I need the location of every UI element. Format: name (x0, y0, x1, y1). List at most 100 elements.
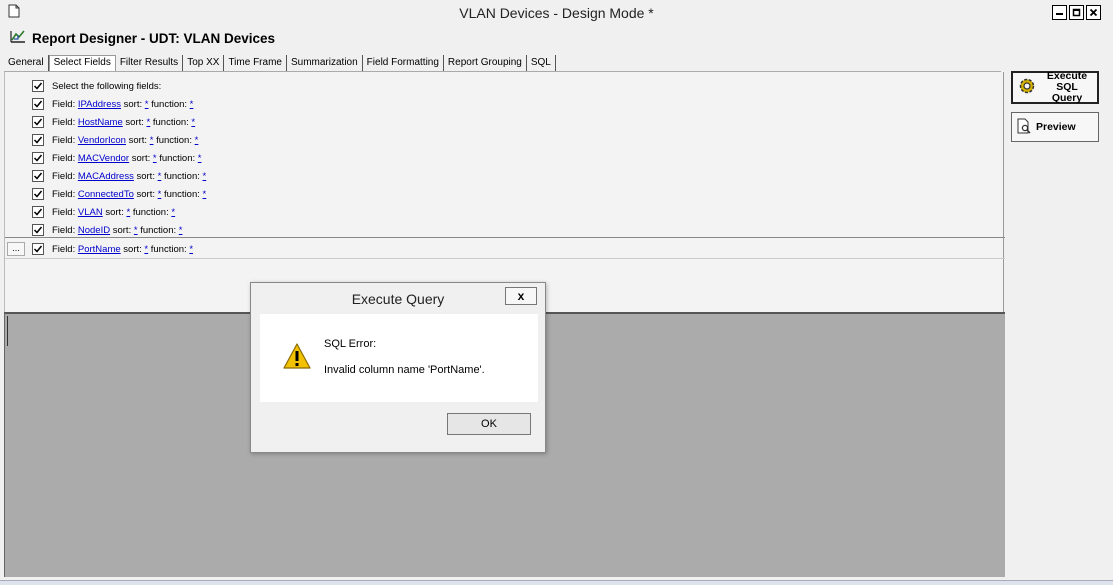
execute-sql-query-button[interactable]: Execute SQL Query (1011, 71, 1099, 104)
minimize-button[interactable] (1052, 5, 1067, 20)
tab-top-xx[interactable]: Top XX (183, 55, 225, 71)
sort-label: sort: (131, 152, 151, 164)
close-window-button[interactable] (1086, 5, 1101, 20)
checkmark-icon (33, 82, 43, 90)
function-label: function: (151, 98, 188, 110)
field-name-link[interactable]: MACVendor (78, 153, 129, 164)
field-name-link[interactable]: PortName (78, 244, 121, 255)
field-checkbox[interactable] (32, 188, 44, 200)
tab-field-formatting[interactable]: Field Formatting (363, 55, 444, 71)
field-checkbox[interactable] (32, 116, 44, 128)
ok-button[interactable]: OK (447, 413, 531, 435)
field-name-link[interactable]: VLAN (78, 207, 103, 218)
field-checkbox[interactable] (32, 152, 44, 164)
field-label: Field: (52, 134, 76, 146)
field-row: Field: VLAN sort: * function: * (32, 203, 175, 221)
function-link[interactable]: * (189, 244, 193, 255)
field-name-link[interactable]: MACAddress (78, 171, 134, 182)
report-designer-icon (10, 29, 26, 48)
field-row-selected: Field: PortName sort: * function: * (32, 240, 193, 258)
sort-link[interactable]: * (145, 99, 149, 110)
field-name-link[interactable]: ConnectedTo (78, 189, 134, 200)
checkmark-icon (33, 208, 43, 216)
function-link[interactable]: * (179, 225, 183, 236)
sort-link[interactable]: * (158, 189, 162, 200)
window-controls (1052, 5, 1101, 20)
row-separator (5, 258, 1005, 259)
report-designer-header: Report Designer - UDT: VLAN Devices (10, 28, 275, 48)
field-checkbox[interactable] (32, 134, 44, 146)
field-checkbox[interactable] (32, 170, 44, 182)
close-icon (1089, 8, 1098, 17)
field-checkbox[interactable] (32, 206, 44, 218)
field-checkbox[interactable] (32, 98, 44, 110)
function-label: function: (132, 206, 169, 218)
dialog-footer: OK (260, 402, 538, 444)
dialog-close-button[interactable]: x (505, 287, 537, 305)
function-link[interactable]: * (203, 189, 207, 200)
sort-link[interactable]: * (126, 207, 130, 218)
field-label: Field: (52, 243, 76, 255)
sort-link[interactable]: * (134, 225, 138, 236)
field-checkbox[interactable] (32, 224, 44, 236)
function-label: function: (163, 170, 200, 182)
function-label: function: (163, 188, 200, 200)
sort-link[interactable]: * (144, 244, 148, 255)
sort-link[interactable]: * (153, 153, 157, 164)
row-options-button[interactable]: ... (7, 242, 25, 256)
function-label: function: (156, 134, 192, 146)
preview-button[interactable]: Preview (1011, 112, 1099, 142)
sort-label: sort: (112, 224, 132, 236)
sort-label: sort: (105, 206, 124, 218)
gear-icon (1017, 76, 1037, 99)
tab-sql[interactable]: SQL (527, 55, 556, 71)
function-link[interactable]: * (190, 99, 194, 110)
tab-general[interactable]: General (4, 55, 49, 71)
tab-summarization[interactable]: Summarization (287, 55, 363, 71)
window-title: VLAN Devices - Design Mode * (459, 5, 654, 21)
tab-filter-results[interactable]: Filter Results (116, 55, 184, 71)
function-link[interactable]: * (171, 207, 175, 218)
sort-label: sort: (123, 98, 143, 110)
tab-select-fields[interactable]: Select Fields (48, 55, 116, 71)
field-label: Field: (52, 152, 76, 164)
field-label: Field: (52, 116, 76, 128)
field-row: Field: VendorIcon sort: * function: * (32, 131, 198, 149)
field-row: Field: IPAddress sort: * function: * (32, 95, 193, 113)
error-message: Invalid column name 'PortName'. (324, 364, 485, 376)
function-label: function: (140, 224, 177, 236)
bottom-status-strip (0, 580, 1113, 585)
field-checkbox[interactable] (32, 243, 44, 255)
checkmark-icon (33, 136, 43, 144)
report-designer-title: Report Designer - UDT: VLAN Devices (32, 30, 276, 46)
field-row: Field: ConnectedTo sort: * function: * (32, 185, 206, 203)
function-label: function: (150, 243, 187, 255)
function-link[interactable]: * (203, 171, 207, 182)
field-label: Field: (52, 170, 76, 182)
sort-link[interactable]: * (147, 117, 151, 128)
tab-time-frame[interactable]: Time Frame (224, 55, 287, 71)
function-link[interactable]: * (191, 117, 195, 128)
field-name-link[interactable]: IPAddress (78, 99, 121, 110)
minimize-icon (1056, 13, 1063, 15)
field-name-link[interactable]: NodeID (78, 225, 110, 236)
tab-bar: General Select Fields Filter Results Top… (4, 53, 556, 71)
sort-link[interactable]: * (158, 171, 162, 182)
field-name-link[interactable]: VendorIcon (78, 135, 126, 146)
sort-label: sort: (128, 134, 148, 146)
field-name-link[interactable]: HostName (78, 117, 123, 128)
select-fields-header: Select the following fields: (52, 80, 162, 92)
sort-link[interactable]: * (150, 135, 154, 146)
tab-report-grouping[interactable]: Report Grouping (444, 55, 527, 71)
checkmark-icon (33, 118, 43, 126)
checkmark-icon (33, 245, 43, 253)
field-row: Field: MACVendor sort: * function: * (32, 149, 201, 167)
preview-icon (1016, 118, 1032, 137)
function-link[interactable]: * (198, 153, 202, 164)
execute-query-dialog: Execute Query x SQL Error: Invalid colum… (250, 282, 546, 453)
function-link[interactable]: * (195, 135, 199, 146)
field-label: Field: (52, 188, 76, 200)
field-row: Field: MACAddress sort: * function: * (32, 167, 206, 185)
maximize-button[interactable] (1069, 5, 1084, 20)
select-fields-checkbox[interactable] (32, 80, 44, 92)
